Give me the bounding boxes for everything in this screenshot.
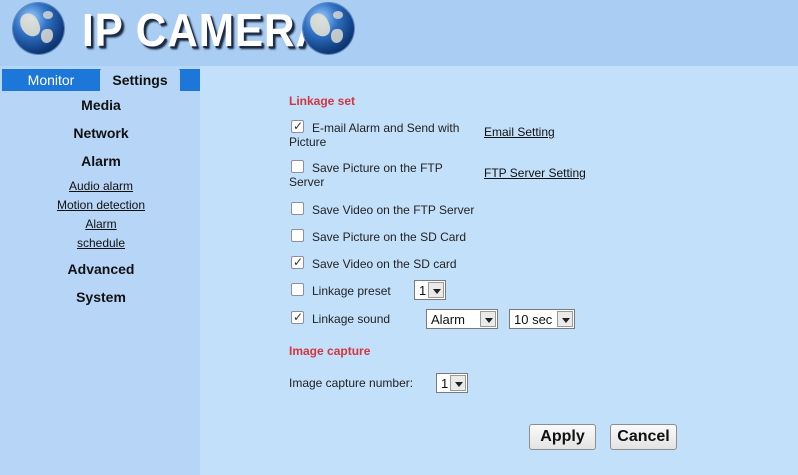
sidebar-item-network[interactable]: Network [2, 125, 200, 141]
sd-video-checkbox[interactable] [291, 255, 304, 269]
app-title: IP CAMERA [82, 4, 327, 56]
sidebar-item-media[interactable]: Media [2, 97, 200, 113]
sd-picture-label: Save Picture on the SD Card [312, 230, 467, 244]
linkage-sound-duration-value: 10 sec [514, 312, 553, 327]
sidebar-item-system[interactable]: System [2, 289, 200, 305]
sidebar-subitem-audio-alarm[interactable]: Audio alarm [2, 179, 200, 193]
ftp-picture-label-line1: Save Picture on the FTP [312, 161, 443, 175]
cancel-button[interactable]: Cancel [610, 424, 677, 450]
apply-button[interactable]: Apply [529, 424, 596, 450]
email-setting-link[interactable]: Email Setting [484, 125, 555, 139]
chevron-down-icon [428, 282, 444, 298]
chevron-down-icon [480, 311, 496, 327]
sidebar-subitem-motion-detection[interactable]: Motion detection [2, 198, 200, 212]
linkage-sound-duration-select[interactable]: 10 sec [509, 309, 575, 329]
ftp-server-setting-link[interactable]: FTP Server Setting [484, 166, 586, 180]
header-banner: IP CAMERA [0, 0, 798, 66]
sidebar-subitem-schedule[interactable]: schedule [2, 236, 200, 250]
settings-panel: Linkage set E-mail Alarm and Send with P… [200, 66, 798, 475]
capture-number-value: 1 [441, 376, 449, 391]
linkage-sound-checkbox[interactable] [291, 310, 304, 324]
capture-number-label: Image capture number: [289, 376, 414, 390]
ftp-video-checkbox[interactable] [291, 202, 304, 215]
linkage-sound-value: Alarm [431, 312, 465, 327]
sd-video-label: Save Video on the SD card [312, 257, 457, 271]
ftp-picture-label-line2: Server [289, 175, 325, 189]
sidebar-item-advanced[interactable]: Advanced [2, 261, 200, 277]
capture-number-select[interactable]: 1 [436, 373, 468, 393]
chevron-down-icon [557, 311, 573, 327]
linkage-sound-label: Linkage sound [312, 312, 391, 326]
capture-section-title: Image capture [289, 344, 371, 358]
globe-icon-right [303, 3, 354, 54]
top-tabs: Monitor Settings [2, 69, 200, 91]
email-alarm-label-line2: Picture [289, 135, 327, 149]
sidebar: Media Network Alarm Audio alarm Motion d… [2, 91, 200, 475]
sd-picture-checkbox[interactable] [291, 229, 304, 242]
linkage-preset-value: 1 [419, 283, 427, 298]
tab-settings[interactable]: Settings [100, 69, 180, 91]
ftp-video-label: Save Video on the FTP Server [312, 203, 475, 217]
chevron-down-icon [450, 375, 466, 391]
linkage-preset-select[interactable]: 1 [414, 280, 446, 300]
linkage-preset-checkbox[interactable] [291, 283, 304, 296]
globe-icon-left [13, 3, 64, 54]
email-alarm-label-line1: E-mail Alarm and Send with [312, 121, 460, 135]
sidebar-item-alarm[interactable]: Alarm [2, 153, 200, 169]
sidebar-subitem-alarm[interactable]: Alarm [2, 217, 200, 231]
email-alarm-checkbox[interactable] [291, 119, 304, 133]
ftp-picture-checkbox[interactable] [291, 160, 304, 173]
tab-monitor[interactable]: Monitor [2, 69, 100, 91]
linkage-section-title: Linkage set [289, 94, 356, 108]
linkage-sound-select[interactable]: Alarm [426, 309, 498, 329]
linkage-preset-label: Linkage preset [312, 284, 391, 298]
